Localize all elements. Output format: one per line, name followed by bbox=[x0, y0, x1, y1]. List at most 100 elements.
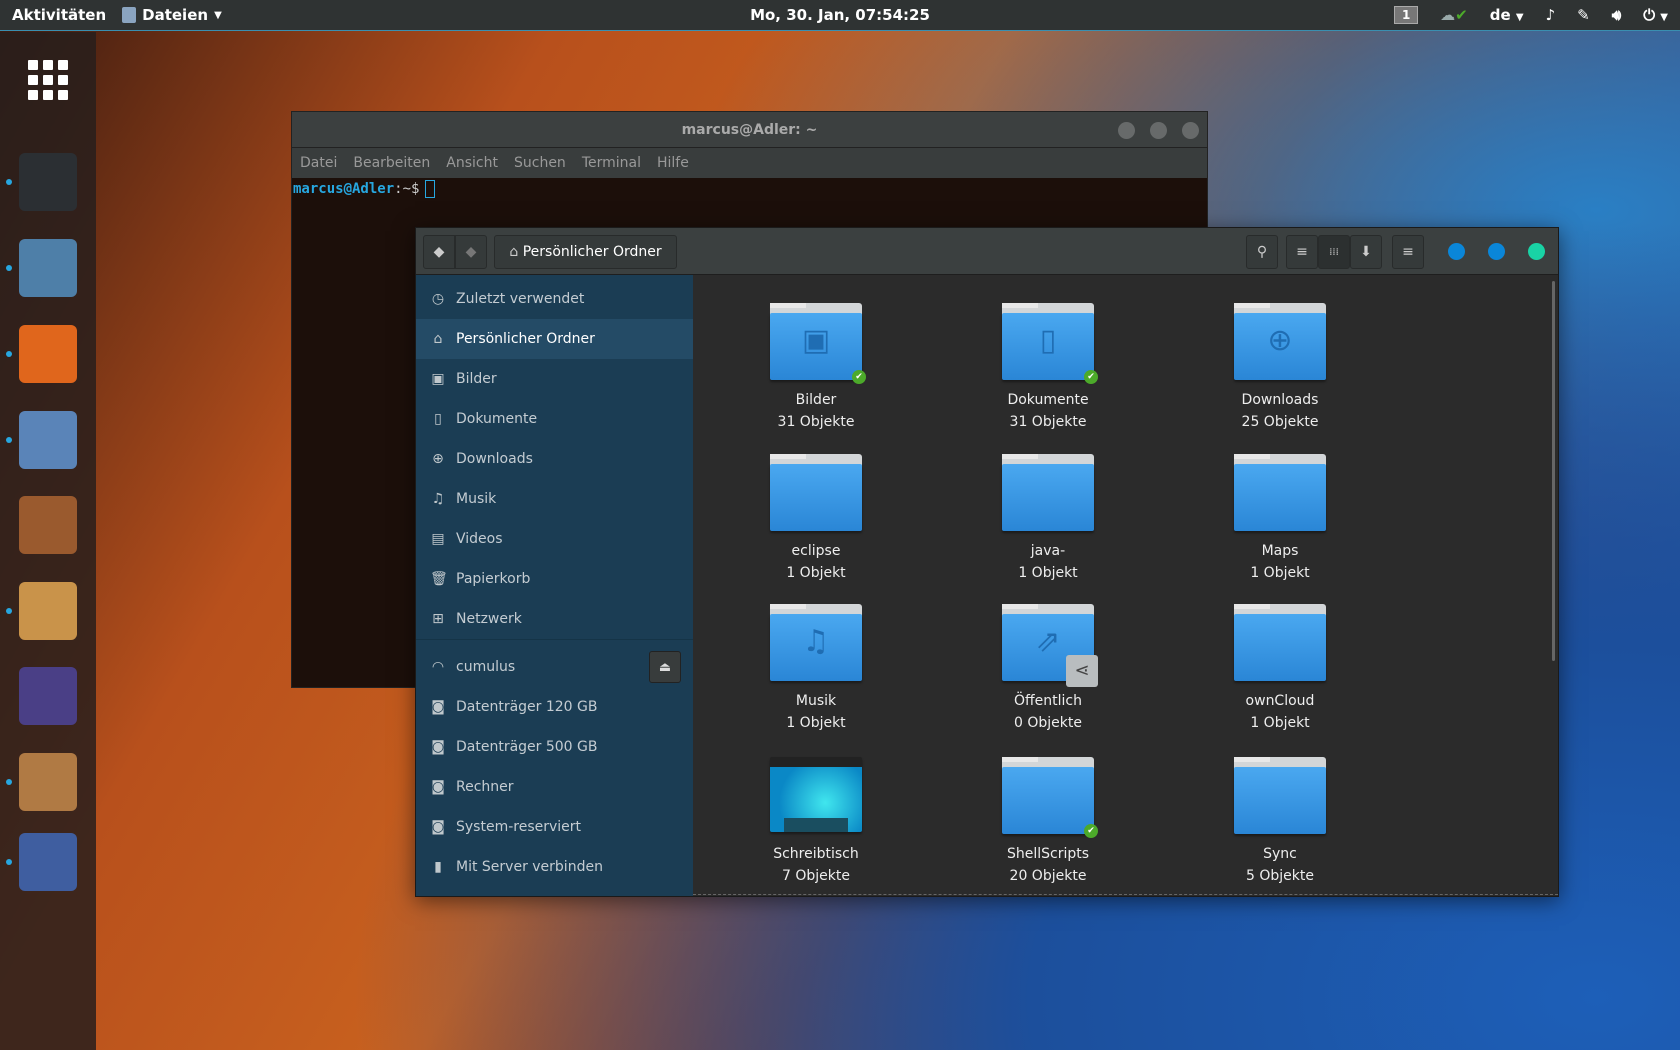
running-indicator bbox=[6, 265, 12, 271]
list-icon: ≡ bbox=[1296, 244, 1308, 260]
file-grid[interactable]: ▣ ✔ Bilder 31 Objekte ▯ ✔ Dokumente 31 Objekte ⊕… bbox=[693, 275, 1558, 896]
folder-item[interactable]: ⊕ Downloads 25 Objekte bbox=[1164, 303, 1396, 430]
menu-button[interactable]: ≡ bbox=[1392, 235, 1424, 269]
menu-bearbeiten[interactable]: Bearbeiten bbox=[353, 155, 430, 171]
back-button[interactable]: ◆ bbox=[423, 235, 455, 269]
files-app-icon bbox=[122, 7, 137, 23]
sidebar-item-netzwerk[interactable]: ⊞ Netzwerk bbox=[416, 599, 693, 639]
sidebar-item-videos[interactable]: ▤ Videos bbox=[416, 519, 693, 559]
folder-icon: ✔ bbox=[1002, 757, 1098, 838]
folder-item[interactable]: ▣ ✔ Bilder 31 Objekte bbox=[700, 303, 932, 430]
dock-wallet-icon[interactable] bbox=[19, 496, 77, 554]
sidebar-item-label: Bilder bbox=[456, 371, 497, 387]
sidebar-item-papierkorb[interactable]: 🗑 Papierkorb bbox=[416, 559, 693, 599]
folder-item[interactable]: ♫ Musik 1 Objekt bbox=[700, 604, 932, 731]
menu-ansicht[interactable]: Ansicht bbox=[446, 155, 498, 171]
running-indicator bbox=[6, 179, 12, 185]
volume-icon[interactable]: 🔊︎ bbox=[1612, 6, 1621, 24]
prompt-user: marcus@Adler bbox=[293, 181, 395, 197]
sidebar-item-datenträger-500-gb[interactable]: ◙ Datenträger 500 GB bbox=[416, 727, 693, 767]
sidebar-item-dokumente[interactable]: ▯ Dokumente bbox=[416, 399, 693, 439]
dock-speaker-icon[interactable] bbox=[19, 753, 77, 811]
menu-hilfe[interactable]: Hilfe bbox=[657, 155, 689, 171]
drop-area-border bbox=[693, 894, 1558, 895]
scrollbar[interactable] bbox=[1552, 281, 1555, 661]
power-icon[interactable]: ⏻ ▼ bbox=[1643, 6, 1668, 24]
sidebar-item-rechner[interactable]: ◙ Rechner bbox=[416, 767, 693, 807]
folder-emblem-icon: ▣ bbox=[801, 323, 831, 358]
folder-item[interactable]: ✔ ShellScripts 20 Objekte bbox=[932, 757, 1164, 884]
home-icon: ⌂ bbox=[433, 331, 443, 347]
sidebar-item-bilder[interactable]: ▣ Bilder bbox=[416, 359, 693, 399]
terminal-titlebar[interactable]: marcus@Adler: ~ bbox=[292, 112, 1207, 148]
eject-button[interactable]: ⏏ bbox=[649, 651, 681, 683]
files-window[interactable]: ◆ ◆ ⌂ Persönlicher Ordner ⚲ ≡ ⁞⁞⁞ ⬇ ≡ ◷ Z… bbox=[415, 227, 1559, 897]
sidebar-item-label: Papierkorb bbox=[456, 571, 531, 587]
folder-count: 25 Objekte bbox=[1241, 414, 1319, 430]
menu-datei[interactable]: Datei bbox=[300, 155, 337, 171]
sidebar-item-persönlicher-ordner[interactable]: ⌂ Persönlicher Ordner bbox=[416, 319, 693, 359]
sidebar-item-label: Dokumente bbox=[456, 411, 538, 427]
sidebar-item-label: Mit Server verbinden bbox=[456, 859, 603, 875]
sort-button[interactable]: ⬇ bbox=[1350, 235, 1382, 269]
app-menu-label: Dateien bbox=[142, 6, 209, 24]
folder-count: 1 Objekt bbox=[1250, 565, 1310, 581]
dock-thunderbird-icon[interactable] bbox=[19, 411, 77, 469]
sidebar-item-downloads[interactable]: ⊕ Downloads bbox=[416, 439, 693, 479]
search-button[interactable]: ⚲ bbox=[1246, 235, 1278, 269]
dock-gimp-icon[interactable] bbox=[19, 582, 77, 640]
sidebar-item-zuletzt-verwendet[interactable]: ◷ Zuletzt verwendet bbox=[416, 279, 693, 319]
chevron-down-icon: ▼ bbox=[214, 9, 222, 21]
location-button[interactable]: ⌂ Persönlicher Ordner bbox=[494, 235, 677, 269]
folder-name: ShellScripts bbox=[1006, 846, 1090, 862]
folder-item[interactable]: ▯ ✔ Dokumente 31 Objekte bbox=[932, 303, 1164, 430]
document-icon: ▯ bbox=[434, 411, 442, 427]
folder-item[interactable]: Sync 5 Objekte bbox=[1164, 757, 1396, 884]
sidebar-item-datenträger-120-gb[interactable]: ◙ Datenträger 120 GB bbox=[416, 687, 693, 727]
terminal-prompt[interactable]: marcus@Adler:~$ bbox=[292, 178, 1207, 200]
list-view-button[interactable]: ≡ bbox=[1286, 235, 1318, 269]
folder-name: eclipse bbox=[791, 543, 841, 559]
folder-icon bbox=[1234, 454, 1326, 531]
files-headerbar[interactable]: ◆ ◆ ⌂ Persönlicher Ordner ⚲ ≡ ⁞⁞⁞ ⬇ ≡ bbox=[416, 228, 1558, 275]
folder-item[interactable]: ownCloud 1 Objekt bbox=[1164, 604, 1396, 731]
folder-item[interactable]: Maps 1 Objekt bbox=[1164, 454, 1396, 581]
dock-eclipse-icon[interactable] bbox=[19, 667, 77, 725]
dock-firefox-icon[interactable] bbox=[19, 325, 77, 383]
sidebar-item-mit-server-verbinden[interactable]: ▮ Mit Server verbinden bbox=[416, 847, 693, 887]
menu-terminal[interactable]: Terminal bbox=[582, 155, 641, 171]
close-button[interactable] bbox=[1182, 122, 1199, 139]
dock-arabic-app-icon[interactable] bbox=[19, 833, 77, 891]
workspace-indicator[interactable]: 1 bbox=[1394, 6, 1419, 24]
folder-item[interactable]: ⇗ ⋖ Öffentlich 0 Objekte bbox=[932, 604, 1164, 731]
folder-count: 20 Objekte bbox=[1009, 868, 1087, 884]
maximize-button[interactable] bbox=[1150, 122, 1167, 139]
folder-name: Öffentlich bbox=[1014, 693, 1082, 709]
folder-count: 5 Objekte bbox=[1246, 868, 1314, 884]
pen-icon[interactable]: ✎ bbox=[1577, 6, 1590, 24]
folder-emblem-icon: ⇗ bbox=[1035, 624, 1061, 659]
activities-button[interactable]: Aktivitäten bbox=[12, 6, 106, 24]
folder-item[interactable]: eclipse 1 Objekt bbox=[700, 454, 932, 581]
music-icon[interactable]: ♪ bbox=[1546, 6, 1556, 24]
sidebar-item-label: cumulus bbox=[456, 659, 516, 675]
sidebar-item-musik[interactable]: ♫ Musik bbox=[416, 479, 693, 519]
folder-item[interactable]: java- 1 Objekt bbox=[932, 454, 1164, 581]
keyboard-layout[interactable]: de ▼ bbox=[1490, 6, 1524, 24]
prompt-path: :~$ bbox=[394, 181, 420, 197]
folder-item[interactable]: Schreibtisch 7 Objekte bbox=[700, 757, 932, 884]
close-button[interactable] bbox=[1528, 243, 1545, 260]
sidebar-item-system-reserviert[interactable]: ◙ System-reserviert bbox=[416, 807, 693, 847]
owncloud-sync-icon[interactable]: ☁✔ bbox=[1440, 6, 1468, 24]
minimize-button[interactable] bbox=[1448, 243, 1465, 260]
forward-button[interactable]: ◆ bbox=[455, 235, 487, 269]
maximize-button[interactable] bbox=[1488, 243, 1505, 260]
dock-files-icon[interactable] bbox=[19, 239, 77, 297]
dock-terminal-icon[interactable] bbox=[19, 153, 77, 211]
sidebar: ◷ Zuletzt verwendet ⌂ Persönlicher Ordner ▣ B… bbox=[416, 275, 693, 896]
menu-suchen[interactable]: Suchen bbox=[514, 155, 566, 171]
minimize-button[interactable] bbox=[1118, 122, 1135, 139]
app-grid-icon[interactable] bbox=[28, 60, 68, 100]
app-menu[interactable]: Dateien ▼ bbox=[122, 6, 222, 24]
grid-view-button[interactable]: ⁞⁞⁞ bbox=[1318, 235, 1350, 269]
